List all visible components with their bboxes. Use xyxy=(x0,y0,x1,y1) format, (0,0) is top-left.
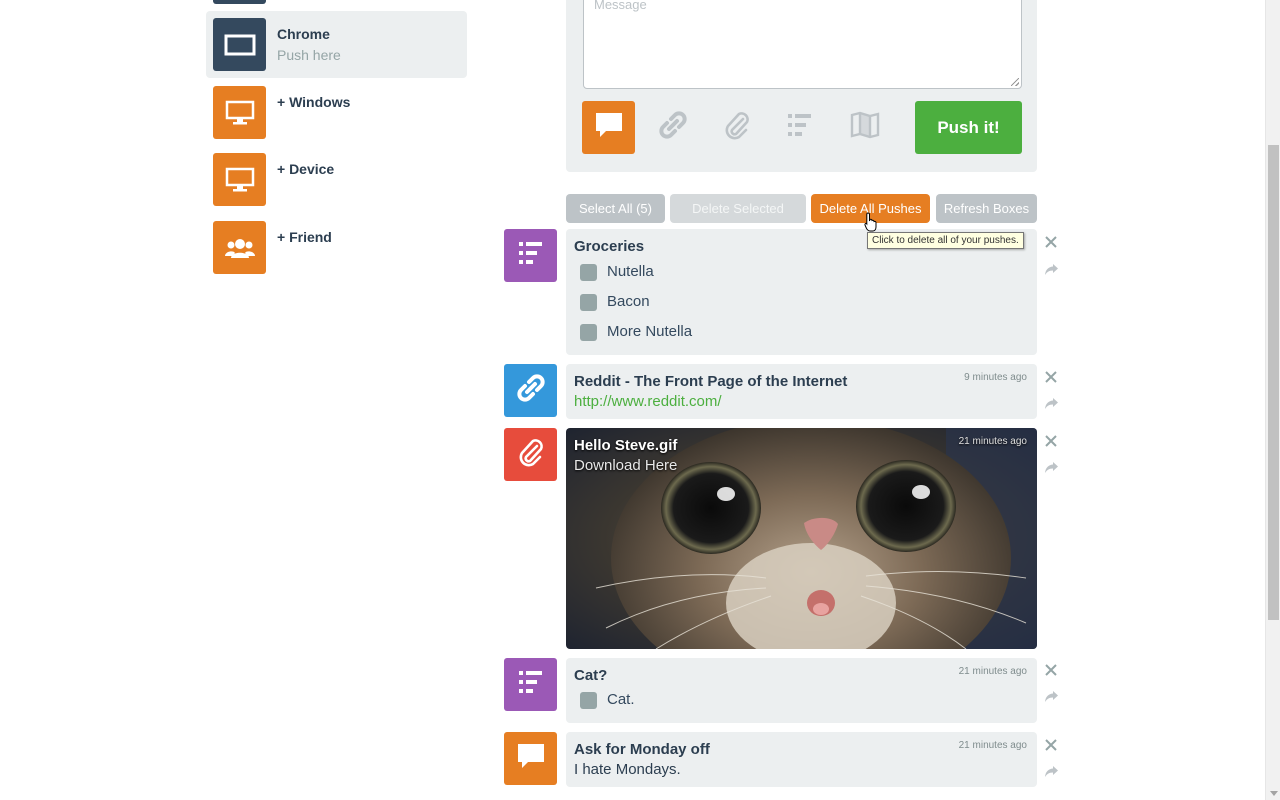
map-icon xyxy=(850,111,880,144)
note-type-button[interactable] xyxy=(582,101,635,154)
list-item-text: Bacon xyxy=(607,293,650,310)
push-it-button[interactable]: Push it! xyxy=(915,101,1022,154)
map-type-button[interactable] xyxy=(838,101,891,154)
file-push-icon xyxy=(504,428,557,481)
select-all-button[interactable]: Select All (5) xyxy=(566,194,665,223)
device-item-friend[interactable]: + Friend xyxy=(206,214,467,281)
share-arrow-icon[interactable] xyxy=(1044,690,1059,703)
device-subtitle: Push here xyxy=(277,47,341,63)
push-timestamp: 21 minutes ago xyxy=(958,740,1027,751)
hand-cursor-icon xyxy=(864,212,878,237)
attachment-icon xyxy=(723,110,751,145)
device-item-windows[interactable]: + Windows xyxy=(206,79,467,146)
delete-all-tooltip: Click to delete all of your pushes. xyxy=(867,232,1024,249)
link-type-button[interactable] xyxy=(646,101,699,154)
desktop-icon xyxy=(213,86,266,139)
device-item-chrome[interactable]: Chrome Push here xyxy=(206,11,467,78)
page-scrollbar[interactable] xyxy=(1265,0,1280,800)
note-icon xyxy=(516,742,546,775)
push-timestamp: 9 minutes ago xyxy=(964,372,1027,383)
share-arrow-icon[interactable] xyxy=(1044,461,1059,474)
scroll-down-arrow-icon[interactable] xyxy=(1270,791,1278,796)
share-arrow-icon[interactable] xyxy=(1044,263,1059,276)
list-item-text: Nutella xyxy=(607,263,654,280)
delete-selected-button[interactable]: Delete Selected xyxy=(670,194,806,223)
checkbox[interactable] xyxy=(580,324,597,341)
device-name: + Windows xyxy=(277,94,351,110)
resize-handle[interactable] xyxy=(1011,78,1019,86)
push-title: Hello Steve.gif xyxy=(574,437,678,454)
file-type-button[interactable] xyxy=(710,101,763,154)
refresh-boxes-button[interactable]: Refresh Boxes xyxy=(936,194,1037,223)
link-push-icon xyxy=(504,364,557,417)
device-name: Chrome xyxy=(277,26,330,42)
push-title: Cat? xyxy=(574,667,608,684)
device-name: + Device xyxy=(277,161,335,177)
push-timestamp: 21 minutes ago xyxy=(958,436,1027,447)
list-icon xyxy=(518,240,544,271)
note-push-icon xyxy=(504,732,557,785)
delete-push-icon[interactable] xyxy=(1044,434,1058,448)
push-card-reddit: Reddit - The Front Page of the Internet … xyxy=(566,364,1037,419)
list-type-button[interactable] xyxy=(773,101,826,154)
list-icon xyxy=(518,669,544,700)
list-push-icon xyxy=(504,229,557,282)
push-timestamp: 21 minutes ago xyxy=(958,666,1027,677)
monitor-icon xyxy=(213,18,266,71)
share-arrow-icon[interactable] xyxy=(1044,397,1059,410)
push-card-image[interactable]: Hello Steve.gif Download Here 21 minutes… xyxy=(566,428,1037,649)
delete-push-icon[interactable] xyxy=(1044,738,1058,752)
delete-push-icon[interactable] xyxy=(1044,235,1058,249)
device-name: + Friend xyxy=(277,229,332,245)
delete-push-icon[interactable] xyxy=(1044,370,1058,384)
checkbox[interactable] xyxy=(580,294,597,311)
note-icon xyxy=(594,111,624,144)
list-icon xyxy=(787,112,813,143)
download-link[interactable]: Download Here xyxy=(574,457,677,474)
push-body: I hate Mondays. xyxy=(574,761,681,778)
previous-device-icon[interactable] xyxy=(213,0,266,4)
desktop-icon xyxy=(213,153,266,206)
message-input[interactable]: Message xyxy=(583,0,1022,89)
push-card-note: Ask for Monday off 21 minutes ago I hate… xyxy=(566,732,1037,787)
link-icon xyxy=(658,110,688,145)
push-link[interactable]: http://www.reddit.com/ xyxy=(574,393,722,410)
checkbox[interactable] xyxy=(580,692,597,709)
delete-push-icon[interactable] xyxy=(1044,663,1058,677)
push-card-cat: Cat? 21 minutes ago Cat. xyxy=(566,658,1037,723)
list-item-text: Cat. xyxy=(607,691,635,708)
list-push-icon xyxy=(504,658,557,711)
list-item-text: More Nutella xyxy=(607,323,693,340)
share-arrow-icon[interactable] xyxy=(1044,765,1059,778)
attachment-icon xyxy=(517,437,545,472)
push-title: Reddit - The Front Page of the Internet xyxy=(574,373,848,390)
push-composer: Message Push it! xyxy=(566,0,1037,172)
scrollbar-thumb[interactable] xyxy=(1268,145,1279,620)
push-title: Ask for Monday off xyxy=(574,741,710,758)
friends-icon xyxy=(213,221,266,274)
link-icon xyxy=(516,373,546,408)
push-title: Groceries xyxy=(574,238,645,255)
message-placeholder: Message xyxy=(594,0,647,12)
checkbox[interactable] xyxy=(580,264,597,281)
device-item-device[interactable]: + Device xyxy=(206,146,467,213)
